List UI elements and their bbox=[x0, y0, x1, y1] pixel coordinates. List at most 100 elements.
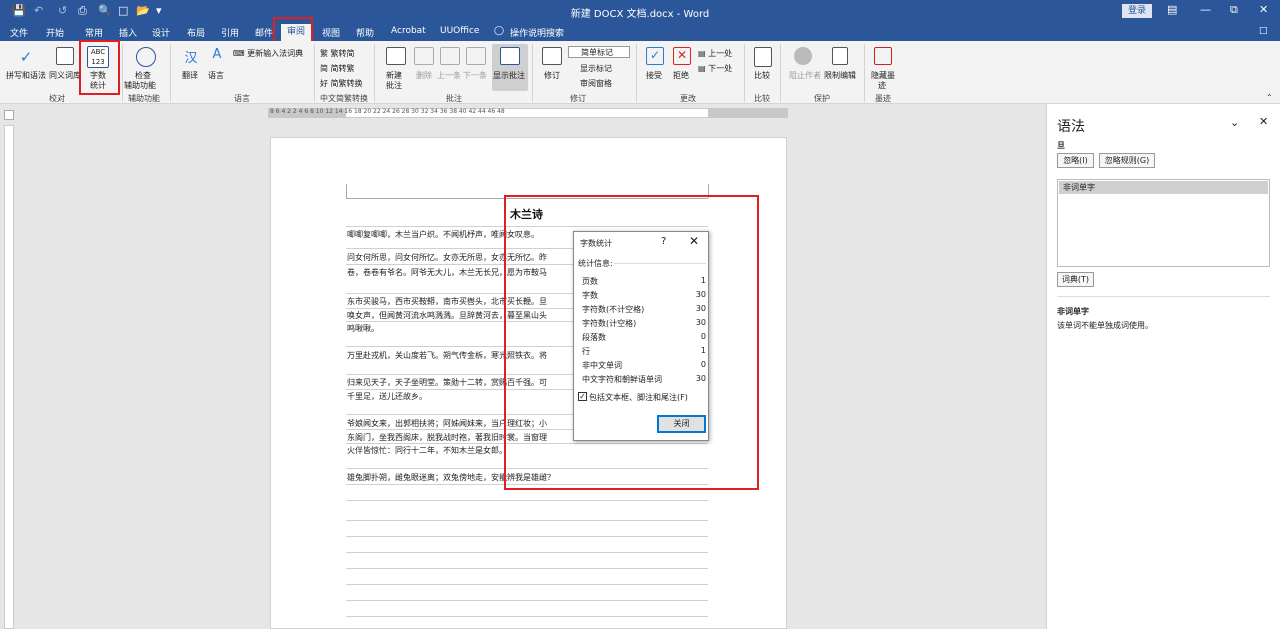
reject-button[interactable]: 拒绝 bbox=[673, 70, 689, 81]
previous-change-button[interactable]: ▤ 上一处 bbox=[698, 48, 732, 59]
ribbon-display-icon[interactable]: ▤ bbox=[1167, 3, 1177, 16]
previous-change-label: 上一处 bbox=[708, 49, 733, 58]
chinese-conversion-label: 简繁转换 bbox=[330, 79, 363, 88]
menu-bar: 文件 开始 常用 插入 设计 布局 引用 邮件 视图 帮助 Acrobat UU… bbox=[0, 22, 1280, 41]
next-change-label: 下一处 bbox=[708, 64, 733, 73]
tab-common[interactable]: 常用 bbox=[85, 26, 103, 39]
accept-button[interactable]: 接受 bbox=[646, 70, 662, 81]
text-line[interactable]: 火伴皆惊忙：同行十二年，不知木兰是女郎。 bbox=[347, 445, 507, 456]
next-comment-button[interactable]: 下一条 bbox=[463, 70, 487, 81]
restrict-editing-icon bbox=[832, 47, 848, 65]
comment-icon[interactable]: □ bbox=[1259, 26, 1268, 36]
chevron-down-icon[interactable]: ⌄ bbox=[1230, 116, 1239, 129]
suggestion-item[interactable]: 非词单字 bbox=[1059, 181, 1268, 194]
ruler-margin-right bbox=[708, 108, 788, 118]
separator bbox=[532, 44, 533, 102]
trad-to-simp-button[interactable]: 繁 繁转简 bbox=[320, 48, 355, 59]
accept-icon: ✓ bbox=[646, 47, 664, 65]
close-pane-icon[interactable]: ✕ bbox=[1259, 115, 1268, 128]
separator bbox=[864, 44, 865, 102]
separator bbox=[374, 44, 375, 102]
tell-me-search[interactable]: 操作说明搜索 bbox=[510, 26, 564, 39]
accessibility-icon bbox=[136, 47, 156, 67]
block-authors-button[interactable]: 阻止作者 bbox=[789, 70, 821, 81]
spelling-grammar-button[interactable]: 拼写和语法 bbox=[6, 70, 46, 81]
track-changes-icon bbox=[542, 47, 562, 65]
tab-mailings[interactable]: 邮件 bbox=[255, 26, 273, 39]
show-comments-icon bbox=[500, 47, 520, 65]
group-tracking: 修订 bbox=[570, 94, 586, 103]
thesaurus-button[interactable]: 同义词库 bbox=[49, 70, 81, 81]
ribbon: ✓ 拼写和语法 同义词库 ABC 123 字数 统计 校对 检查 辅助功能 辅助功… bbox=[0, 41, 1280, 104]
ignore-button[interactable]: 忽略(I) bbox=[1057, 153, 1094, 168]
language-button[interactable]: 语言 bbox=[208, 70, 224, 81]
ruler-numbers: 8 6 4 2 2 4 6 8 10 12 14 16 18 20 22 24 … bbox=[270, 108, 505, 115]
trad-to-simp-label: 繁转简 bbox=[330, 49, 355, 58]
simp-to-trad-label: 简转繁 bbox=[330, 64, 355, 73]
next-comment-icon bbox=[466, 47, 486, 65]
restore-icon[interactable]: ⧉ bbox=[1230, 3, 1238, 17]
previous-comment-button[interactable]: 上一条 bbox=[437, 70, 461, 81]
track-changes-button[interactable]: 修订 bbox=[544, 70, 560, 81]
language-icon: A bbox=[212, 47, 222, 62]
tab-selector[interactable] bbox=[4, 110, 14, 120]
tab-references[interactable]: 引用 bbox=[221, 26, 239, 39]
close-window-icon[interactable]: ✕ bbox=[1259, 3, 1268, 16]
update-ime-dictionary-button[interactable]: ⌨ 更新输入法词典 bbox=[233, 48, 303, 59]
dictionary-button[interactable]: 词典(T) bbox=[1057, 272, 1094, 287]
tab-design[interactable]: 设计 bbox=[152, 26, 170, 39]
ignore-rule-button[interactable]: 忽略规则(G) bbox=[1099, 153, 1155, 168]
hide-ink-button-line2[interactable]: 迹 bbox=[878, 80, 886, 91]
show-comments-button[interactable]: 显示批注 bbox=[493, 70, 525, 81]
block-authors-icon bbox=[794, 47, 812, 65]
chinese-conversion-button[interactable]: 好 简繁转换 bbox=[320, 78, 363, 89]
login-button[interactable]: 登录 bbox=[1122, 4, 1152, 18]
margin-mark bbox=[346, 184, 347, 198]
highlight-dialog-region bbox=[504, 195, 759, 490]
tab-insert[interactable]: 插入 bbox=[119, 26, 137, 39]
tab-uuoffice[interactable]: UUOffice bbox=[440, 26, 479, 36]
restrict-editing-button[interactable]: 限制编辑 bbox=[824, 70, 856, 81]
markup-select[interactable]: 简单标记 bbox=[568, 46, 630, 58]
reviewing-pane-button[interactable]: 审阅窗格 bbox=[568, 78, 612, 89]
compare-icon bbox=[754, 47, 772, 67]
collapse-ribbon-icon[interactable]: ⌃ bbox=[1266, 93, 1273, 102]
new-comment-icon bbox=[386, 47, 406, 65]
separator bbox=[122, 44, 123, 102]
separator bbox=[744, 44, 745, 102]
suggestion-list[interactable]: 非词单字 bbox=[1057, 179, 1270, 267]
tab-help[interactable]: 帮助 bbox=[356, 26, 374, 39]
highlight-word-count bbox=[79, 40, 120, 95]
tab-layout[interactable]: 布局 bbox=[187, 26, 205, 39]
delete-comment-button[interactable]: 删除 bbox=[416, 70, 432, 81]
tab-file[interactable]: 文件 bbox=[10, 26, 28, 39]
new-comment-button-line2[interactable]: 批注 bbox=[386, 80, 402, 91]
next-change-button[interactable]: ▤ 下一处 bbox=[698, 63, 732, 74]
ruled-line bbox=[346, 616, 708, 617]
text-line[interactable]: 千里足，送儿还故乡。 bbox=[347, 391, 427, 402]
group-comments: 批注 bbox=[446, 94, 462, 103]
minimize-icon[interactable]: — bbox=[1200, 3, 1211, 16]
text-line[interactable]: 鸣啾啾。 bbox=[347, 323, 379, 334]
vertical-ruler[interactable] bbox=[4, 125, 14, 629]
simp-to-trad-button[interactable]: 简 简转繁 bbox=[320, 63, 355, 74]
ruled-line bbox=[346, 500, 708, 501]
check-accessibility-button-line2[interactable]: 辅助功能 bbox=[124, 80, 156, 91]
thesaurus-icon bbox=[56, 47, 74, 65]
group-compare: 比较 bbox=[754, 94, 770, 103]
separator bbox=[170, 44, 171, 102]
highlight-review-tab bbox=[273, 17, 313, 43]
compare-button[interactable]: 比较 bbox=[754, 70, 770, 81]
separator bbox=[314, 44, 315, 102]
divider bbox=[1057, 296, 1270, 297]
tab-acrobat[interactable]: Acrobat bbox=[391, 26, 426, 36]
group-changes: 更改 bbox=[680, 94, 696, 103]
show-markup-button[interactable]: 显示标记 bbox=[568, 63, 612, 74]
tab-home[interactable]: 开始 bbox=[46, 26, 64, 39]
previous-comment-icon bbox=[440, 47, 460, 65]
tab-view[interactable]: 视图 bbox=[322, 26, 340, 39]
translate-button[interactable]: 翻译 bbox=[182, 70, 198, 81]
spelling-check-icon: ✓ bbox=[19, 48, 33, 66]
pane-title: 语法 bbox=[1057, 119, 1085, 135]
ruled-line bbox=[346, 584, 708, 585]
